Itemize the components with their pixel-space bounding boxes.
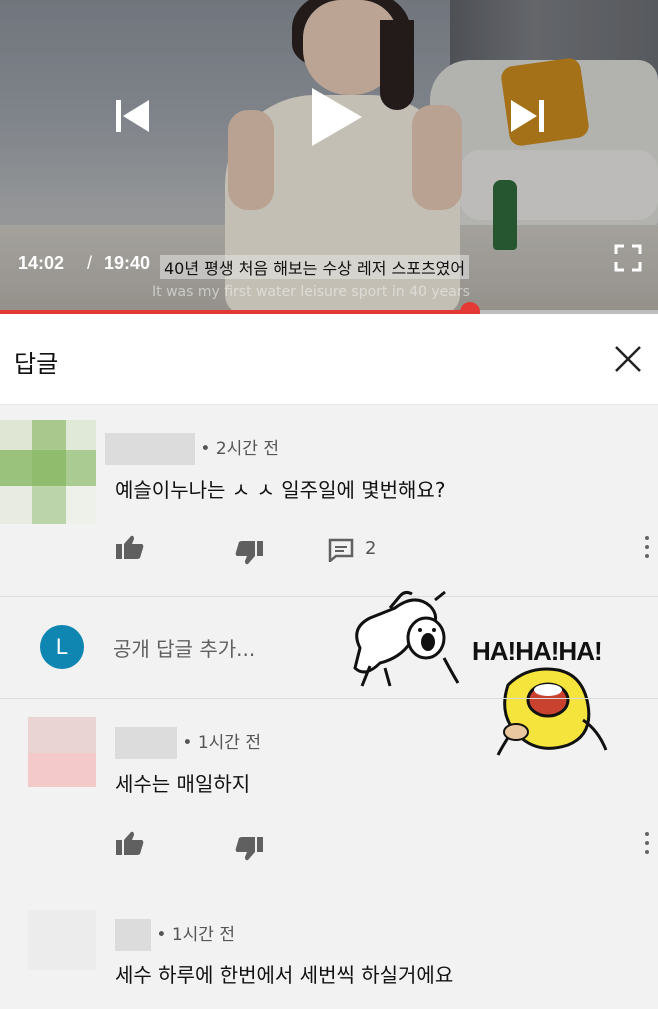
comment-time: • 1시간 전 xyxy=(182,733,261,753)
author-name-blurred[interactable] xyxy=(105,433,195,465)
dislike-icon[interactable] xyxy=(234,540,264,566)
comment-meta: • 1시간 전 xyxy=(115,727,261,759)
current-time: 14:02 xyxy=(18,253,65,273)
more-options-icon[interactable] xyxy=(642,832,652,860)
play-icon[interactable] xyxy=(306,86,364,148)
author-name-blurred[interactable] xyxy=(115,919,151,951)
video-player[interactable]: 14:02 / 19:40 40년 평생 처음 해보는 수상 레저 스포츠였어 … xyxy=(0,0,658,314)
more-options-icon[interactable] xyxy=(642,536,652,564)
reply-icon[interactable] xyxy=(328,538,354,562)
comment-meta: • 2시간 전 xyxy=(105,433,279,465)
comment-meta: • 1시간 전 xyxy=(115,919,235,951)
panel-title: 답글 xyxy=(14,350,59,378)
comment-text: 세수 하루에 한번에서 세번씩 하실거에요 xyxy=(115,963,454,987)
author-name-blurred[interactable] xyxy=(115,727,177,759)
replies-panel-header: 답글 xyxy=(0,314,658,405)
reply-count: 2 xyxy=(365,538,377,559)
avatar xyxy=(28,910,96,970)
previous-icon[interactable] xyxy=(113,96,153,136)
time-separator: / xyxy=(87,253,93,273)
close-icon[interactable] xyxy=(612,343,644,375)
like-icon[interactable] xyxy=(115,830,145,856)
current-user-avatar: L xyxy=(40,625,84,669)
avatar xyxy=(0,420,96,524)
fullscreen-icon[interactable] xyxy=(614,244,642,272)
subtitle-english: It was my first water leisure sport in 4… xyxy=(152,284,470,300)
laughing-character-sticker xyxy=(496,667,608,756)
progress-scrubber[interactable] xyxy=(459,302,480,314)
next-icon[interactable] xyxy=(507,96,547,136)
avatar xyxy=(28,717,96,787)
comment-time: • 2시간 전 xyxy=(200,439,279,459)
add-reply-input[interactable]: 공개 답글 추가... xyxy=(113,633,255,662)
dislike-icon[interactable] xyxy=(234,836,264,862)
subtitle-korean: 40년 평생 처음 해보는 수상 레저 스포츠였어 xyxy=(160,255,470,279)
like-icon[interactable] xyxy=(115,534,145,560)
comment-text: 예슬이누나는 ㅅ ㅅ 일주일에 몇번해요? xyxy=(115,478,446,502)
comment-time: • 1시간 전 xyxy=(156,925,235,945)
comment-text: 세수는 매일하지 xyxy=(115,772,251,796)
laughing-bear-sticker xyxy=(353,590,460,687)
total-time: 19:40 xyxy=(104,253,151,273)
divider xyxy=(0,698,658,699)
